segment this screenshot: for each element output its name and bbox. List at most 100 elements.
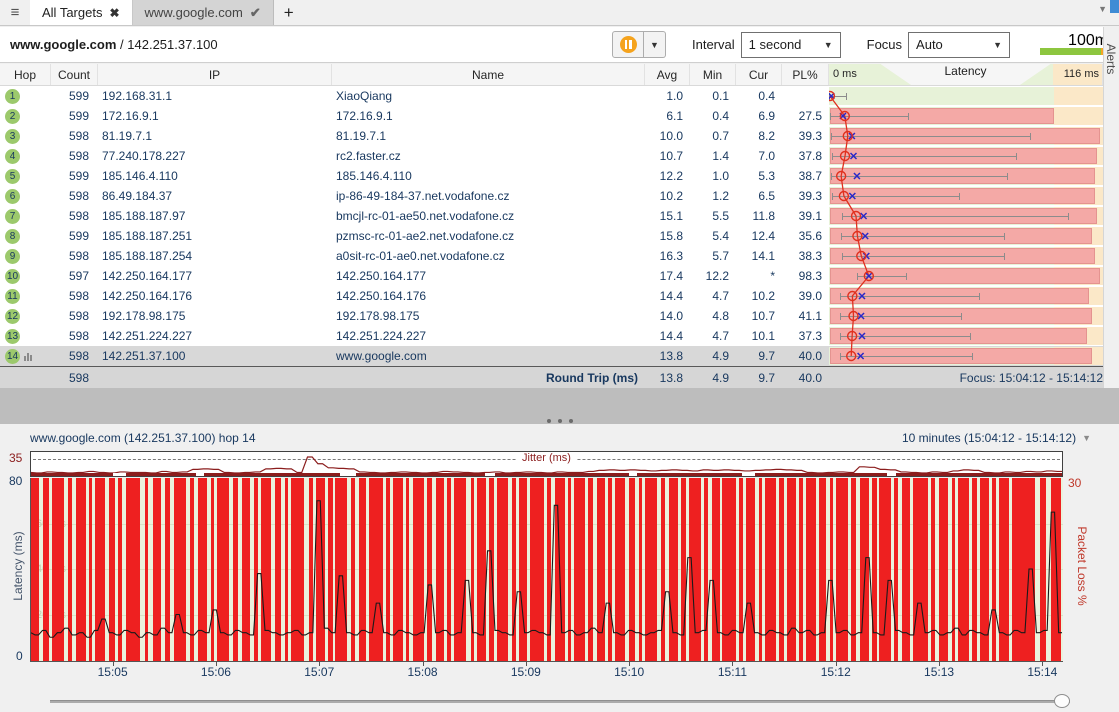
hop-table-header: Hop Count IP Name Avg Min Cur PL% 0 ms L… [0, 64, 1103, 86]
col-header-min[interactable]: Min [690, 64, 736, 85]
chevron-down-icon: ▼ [824, 40, 833, 50]
green-zone [829, 87, 1054, 105]
close-icon[interactable]: ✖ [109, 6, 119, 20]
hop-cell: 13 [0, 326, 51, 346]
hop-row-6[interactable]: 659886.49.184.37ip-86-49-184-37.net.voda… [0, 186, 1103, 206]
hop-cell: 14 [0, 346, 51, 366]
alerts-tab[interactable]: Alerts [1103, 35, 1118, 83]
time-tick-label: 15:06 [201, 665, 231, 679]
time-tick-label: 15:07 [304, 665, 334, 679]
hop-row-4[interactable]: 459877.240.178.227rc2.faster.cz10.71.47.… [0, 146, 1103, 166]
hamburger-icon[interactable]: ≡ [0, 0, 30, 25]
hop-row-12[interactable]: 12598192.178.98.175192.178.98.17514.04.8… [0, 306, 1103, 326]
hop-number-badge: 5 [5, 169, 20, 184]
ip-cell: 142.250.164.176 [98, 286, 332, 306]
avg-cell: 10.7 [645, 146, 690, 166]
count-cell: 599 [51, 166, 98, 186]
avg-cell: 15.1 [645, 206, 690, 226]
avg-cell: 15.8 [645, 226, 690, 246]
avg-cell: 12.2 [645, 166, 690, 186]
time-tick-label: 15:13 [924, 665, 954, 679]
focus-select[interactable]: Auto ▼ [908, 32, 1010, 58]
min-cell: 0.1 [690, 86, 736, 106]
jitter-graph[interactable]: Jitter (ms) [30, 451, 1063, 477]
chevron-down-icon[interactable]: ▼ [1098, 4, 1107, 14]
interval-select[interactable]: 1 second ▼ [741, 32, 841, 58]
avg-cell: 10.2 [645, 186, 690, 206]
cur-cell: 0.4 [736, 86, 782, 106]
hop-row-7[interactable]: 7598185.188.187.97bmcjl-rc-01-ae50.net.v… [0, 206, 1103, 226]
name-cell: pzmsc-rc-01-ae2.net.vodafone.cz [332, 226, 645, 246]
ip-cell: 192.168.31.1 [98, 86, 332, 106]
hop-cell: 4 [0, 146, 51, 166]
summary-count: 598 [51, 367, 98, 388]
col-header-pl[interactable]: PL% [782, 64, 829, 85]
slider-thumb[interactable] [1054, 694, 1070, 708]
col-header-ip[interactable]: IP [98, 64, 332, 85]
hop-row-9[interactable]: 9598185.188.187.254a0sit-rc-01-ae0.net.v… [0, 246, 1103, 266]
hop-cell: 6 [0, 186, 51, 206]
hop-row-2[interactable]: 2599172.16.9.1172.16.9.16.10.46.927.5 [0, 106, 1103, 126]
hop-row-13[interactable]: 13598142.251.224.227142.251.224.22714.44… [0, 326, 1103, 346]
tab-target[interactable]: www.google.com ✔ [133, 0, 274, 25]
hop-row-1[interactable]: 1599192.168.31.1XiaoQiang1.00.10.4 [0, 86, 1103, 106]
col-header-avg[interactable]: Avg [645, 64, 690, 85]
col-header-count[interactable]: Count [51, 64, 98, 85]
time-tick-label: 15:05 [98, 665, 128, 679]
hop-row-11[interactable]: 11598142.250.164.176142.250.164.17614.44… [0, 286, 1103, 306]
latency-cell [829, 186, 1103, 206]
min-max-whisker [842, 216, 1070, 217]
time-scroll-slider [50, 694, 1070, 708]
packet-loss-axis-title: Packet Loss % [1075, 516, 1089, 616]
tab-bar: ≡ All Targets ✖ www.google.com ✔ + ▼ [0, 0, 1119, 26]
col-header-cur[interactable]: Cur [736, 64, 782, 85]
avg-cell: 17.4 [645, 266, 690, 286]
time-axis: 15:0515:0615:0715:0815:0915:1015:1115:12… [30, 662, 1063, 682]
min-max-whisker [842, 256, 1005, 257]
name-cell: bmcjl-rc-01-ae50.net.vodafone.cz [332, 206, 645, 226]
hop-number-badge: 13 [5, 329, 20, 344]
col-header-hop[interactable]: Hop [0, 64, 51, 85]
summary-cur: 9.7 [736, 367, 782, 388]
timeline-range-select[interactable]: 10 minutes (15:04:12 - 15:14:12) ▼ [902, 431, 1091, 445]
hop-row-3[interactable]: 359881.19.7.181.19.7.110.00.78.239.3 [0, 126, 1103, 146]
pl-cell: 35.6 [782, 226, 829, 246]
pl-cell: 39.3 [782, 126, 829, 146]
latency-header-label: Latency [944, 64, 986, 78]
hop-row-14[interactable]: 14598142.251.37.100www.google.com13.84.9… [0, 346, 1103, 366]
ip-cell: 185.188.187.254 [98, 246, 332, 266]
ip-cell: 142.250.164.177 [98, 266, 332, 286]
pause-dropdown-button[interactable]: ▼ [644, 31, 666, 58]
tab-all-targets[interactable]: All Targets ✖ [30, 0, 133, 25]
min-cell: 1.2 [690, 186, 736, 206]
pl-cell: 40.0 [782, 346, 829, 366]
count-cell: 597 [51, 266, 98, 286]
panel-splitter[interactable] [0, 388, 1119, 424]
count-cell: 598 [51, 186, 98, 206]
name-cell: 142.251.224.227 [332, 326, 645, 346]
col-header-latency[interactable]: 0 ms Latency 116 ms [829, 64, 1103, 85]
new-tab-button[interactable]: + [274, 0, 304, 25]
pause-button[interactable] [612, 31, 644, 58]
hop-row-10[interactable]: 10597142.250.164.177142.250.164.17717.41… [0, 266, 1103, 286]
ip-cell: 192.178.98.175 [98, 306, 332, 326]
timeline-range-label: 10 minutes (15:04:12 - 15:14:12) [902, 431, 1076, 445]
col-header-name[interactable]: Name [332, 64, 645, 85]
slider-track[interactable] [50, 700, 1070, 703]
pl-cell: 39.3 [782, 186, 829, 206]
hop-row-8[interactable]: 8599185.188.187.251pzmsc-rc-01-ae2.net.v… [0, 226, 1103, 246]
min-cell: 5.4 [690, 226, 736, 246]
latency-cell [829, 86, 1103, 106]
latency-cell [829, 166, 1103, 186]
hop-rows: 1599192.168.31.1XiaoQiang1.00.10.4259917… [0, 86, 1103, 366]
latency-timeline-plot[interactable]: 60 ms40 ms20 ms [30, 478, 1063, 662]
hop-row-5[interactable]: 5599185.146.4.110185.146.4.11012.21.05.3… [0, 166, 1103, 186]
name-cell: ip-86-49-184-37.net.vodafone.cz [332, 186, 645, 206]
splitter-handle-icon[interactable] [547, 419, 573, 423]
pingplotter-window: ≡ All Targets ✖ www.google.com ✔ + ▼ www… [0, 0, 1119, 712]
latency-cell [829, 146, 1103, 166]
chevron-down-icon: ▼ [993, 40, 1002, 50]
count-cell: 598 [51, 306, 98, 326]
min-max-whisker [831, 136, 1031, 137]
hop-cell: 3 [0, 126, 51, 146]
